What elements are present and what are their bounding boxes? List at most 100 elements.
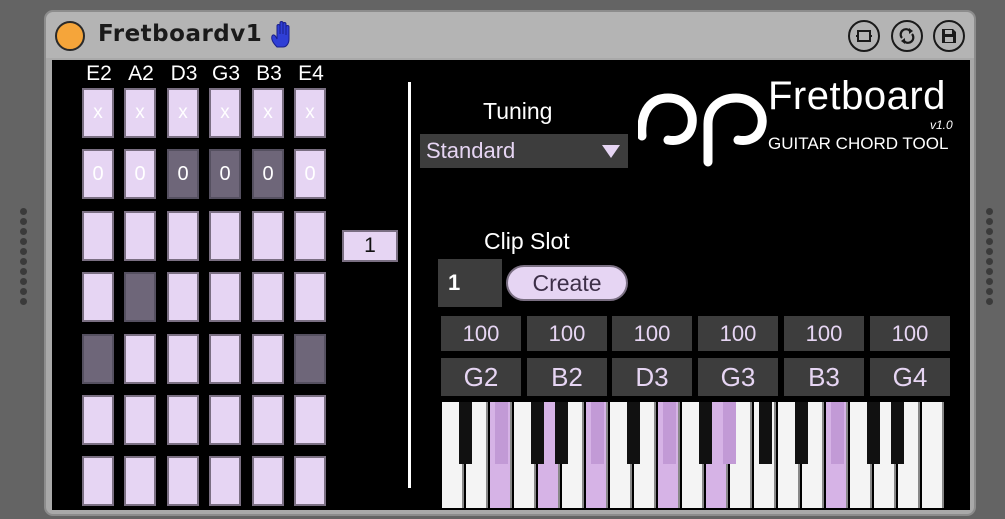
fret-cell[interactable] bbox=[294, 272, 326, 322]
piano-black-key-highlight[interactable] bbox=[831, 402, 844, 464]
fret-cell[interactable] bbox=[82, 211, 114, 261]
note-name-box: G2 bbox=[441, 358, 521, 396]
device-container: Fretboardv1 E2 A2 D3 G3 B3 E4 x x x x x … bbox=[44, 10, 976, 516]
piano-black-key-highlight[interactable] bbox=[723, 402, 736, 464]
fret-cell[interactable] bbox=[124, 456, 156, 506]
fret-cell[interactable] bbox=[252, 272, 284, 322]
section-divider bbox=[408, 82, 411, 488]
piano-white-key[interactable] bbox=[922, 402, 944, 508]
fret-cell[interactable] bbox=[252, 395, 284, 445]
fret-cell[interactable] bbox=[209, 334, 241, 384]
velocity-box[interactable]: 100 bbox=[698, 316, 778, 351]
fretboard-logo-icon bbox=[638, 93, 767, 167]
fret-cell[interactable] bbox=[209, 211, 241, 261]
fret-position-number[interactable]: 1 bbox=[342, 230, 398, 262]
string-label-a2: A2 bbox=[128, 62, 154, 85]
mute-toggle-g3[interactable]: x bbox=[209, 88, 241, 138]
mute-text: x bbox=[305, 102, 315, 123]
string-label-e4: E4 bbox=[298, 62, 324, 85]
fret-cell[interactable] bbox=[167, 272, 199, 322]
fret-cell[interactable] bbox=[294, 395, 326, 445]
open-toggle-e2[interactable]: 0 bbox=[82, 149, 114, 199]
fret-cell[interactable] bbox=[167, 395, 199, 445]
fret-cell[interactable] bbox=[209, 395, 241, 445]
open-text: 0 bbox=[262, 162, 274, 185]
device-panel: E2 A2 D3 G3 B3 E4 x x x x x x 0 0 0 0 0 … bbox=[52, 60, 970, 510]
mute-toggle-d3[interactable]: x bbox=[167, 88, 199, 138]
clip-slot-number-box[interactable]: 1 bbox=[438, 259, 502, 307]
note-name-box: G4 bbox=[870, 358, 950, 396]
fret-cell-selected[interactable] bbox=[124, 272, 156, 322]
fret-cell[interactable] bbox=[294, 456, 326, 506]
fret-cell[interactable] bbox=[82, 456, 114, 506]
mute-toggle-e4[interactable]: x bbox=[294, 88, 326, 138]
fret-cell[interactable] bbox=[124, 334, 156, 384]
fret-cell-selected[interactable] bbox=[294, 334, 326, 384]
fret-cell[interactable] bbox=[252, 211, 284, 261]
fret-cell[interactable] bbox=[82, 395, 114, 445]
hotswap-button[interactable] bbox=[891, 20, 923, 52]
save-button[interactable] bbox=[933, 20, 965, 52]
piano-black-key[interactable] bbox=[555, 402, 568, 464]
piano-black-key[interactable] bbox=[759, 402, 772, 464]
fret-cell[interactable] bbox=[209, 272, 241, 322]
save-icon bbox=[942, 29, 956, 43]
piano-black-key[interactable] bbox=[867, 402, 880, 464]
piano-black-key[interactable] bbox=[531, 402, 544, 464]
open-toggle-g3[interactable]: 0 bbox=[209, 149, 241, 199]
fret-cell[interactable] bbox=[124, 211, 156, 261]
left-resize-grip[interactable] bbox=[20, 208, 28, 308]
velocity-box[interactable]: 100 bbox=[612, 316, 692, 351]
fret-cell-selected[interactable] bbox=[82, 334, 114, 384]
piano-black-key[interactable] bbox=[627, 402, 640, 464]
open-toggle-d3[interactable]: 0 bbox=[167, 149, 199, 199]
open-text: 0 bbox=[304, 162, 316, 185]
mute-text: x bbox=[263, 102, 273, 123]
piano-keyboard bbox=[442, 402, 944, 508]
velocity-box[interactable]: 100 bbox=[784, 316, 864, 351]
tuning-value: Standard bbox=[426, 138, 516, 163]
mute-toggle-b3[interactable]: x bbox=[252, 88, 284, 138]
fret-cell[interactable] bbox=[167, 211, 199, 261]
logo-version: v1.0 bbox=[930, 118, 953, 132]
fret-cell[interactable] bbox=[294, 211, 326, 261]
fret-cell[interactable] bbox=[252, 456, 284, 506]
fret-cell[interactable] bbox=[209, 456, 241, 506]
velocity-box[interactable]: 100 bbox=[441, 316, 521, 351]
hotswap-icon bbox=[899, 28, 915, 44]
tuning-dropdown[interactable]: Standard bbox=[420, 134, 628, 168]
dropdown-arrow-icon bbox=[602, 145, 620, 158]
open-toggle-b3[interactable]: 0 bbox=[252, 149, 284, 199]
fold-icon bbox=[856, 30, 872, 42]
device-title: Fretboardv1 bbox=[98, 21, 263, 47]
fret-cell[interactable] bbox=[167, 456, 199, 506]
open-toggle-a2[interactable]: 0 bbox=[124, 149, 156, 199]
open-toggle-e4[interactable]: 0 bbox=[294, 149, 326, 199]
piano-black-key-highlight[interactable] bbox=[591, 402, 604, 464]
mute-toggle-e2[interactable]: x bbox=[82, 88, 114, 138]
fret-cell[interactable] bbox=[167, 334, 199, 384]
mute-toggle-a2[interactable]: x bbox=[124, 88, 156, 138]
fold-button[interactable] bbox=[848, 20, 880, 52]
open-text: 0 bbox=[177, 162, 189, 185]
piano-black-key-highlight[interactable] bbox=[663, 402, 676, 464]
string-label-d3: D3 bbox=[170, 62, 198, 85]
piano-black-key[interactable] bbox=[891, 402, 904, 464]
mute-text: x bbox=[178, 102, 188, 123]
device-power-button[interactable] bbox=[55, 21, 85, 51]
string-label-b3: B3 bbox=[256, 62, 282, 85]
create-clip-button[interactable]: Create bbox=[506, 265, 628, 301]
velocity-box[interactable]: 100 bbox=[870, 316, 950, 351]
app-background: Fretboardv1 E2 A2 D3 G3 B3 E4 x x x x x … bbox=[0, 0, 1005, 519]
fret-cell[interactable] bbox=[82, 272, 114, 322]
open-text: 0 bbox=[92, 162, 104, 185]
piano-black-key[interactable] bbox=[699, 402, 712, 464]
right-resize-grip[interactable] bbox=[986, 208, 994, 308]
string-label-g3: G3 bbox=[211, 62, 240, 85]
fret-cell[interactable] bbox=[252, 334, 284, 384]
fret-cell[interactable] bbox=[124, 395, 156, 445]
piano-black-key[interactable] bbox=[459, 402, 472, 464]
piano-black-key-highlight[interactable] bbox=[495, 402, 508, 464]
velocity-box[interactable]: 100 bbox=[527, 316, 607, 351]
piano-black-key[interactable] bbox=[795, 402, 808, 464]
